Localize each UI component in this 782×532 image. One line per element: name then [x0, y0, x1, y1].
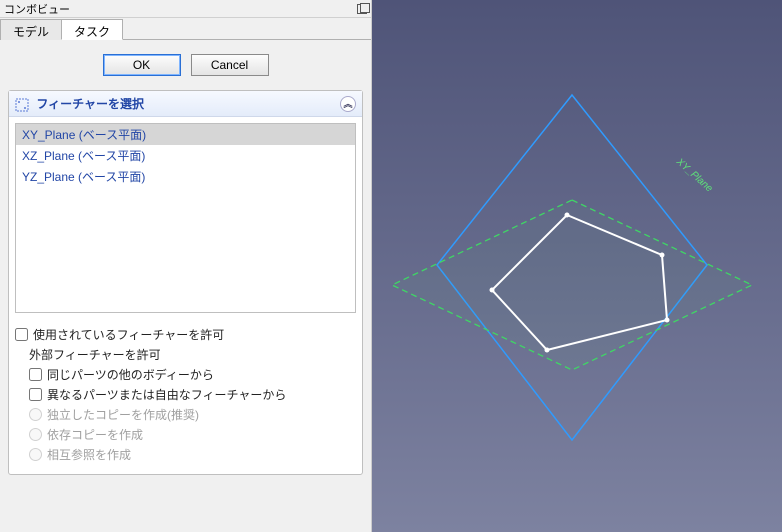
feature-item-1[interactable]: XZ_Plane (ベース平面)	[16, 145, 355, 166]
different-parts-checkbox[interactable]	[29, 388, 42, 401]
tab-model[interactable]: モデル	[0, 19, 62, 40]
panel-titlebar[interactable]: コンボビュー	[0, 0, 371, 18]
allow-used-checkbox[interactable]	[15, 328, 28, 341]
section-title: フィーチャーを選択	[36, 97, 144, 111]
options-group: 使用されているフィーチャーを許可 外部フィーチャーを許可 同じパーツの他のボディ…	[9, 319, 362, 474]
cancel-button[interactable]: Cancel	[191, 54, 269, 76]
cross-reference-label: 相互参照を作成	[47, 446, 131, 463]
scene-svg	[372, 0, 782, 532]
panel-title: コンボビュー	[4, 1, 70, 17]
different-parts-label: 異なるパーツまたは自由なフィーチャーから	[47, 386, 286, 403]
tab-bar: モデル タスク	[0, 18, 371, 40]
combo-view-panel: コンボビュー モデル タスク OK Cancel フィーチャーを選択 ︽ XY_…	[0, 0, 372, 532]
dialog-button-row: OK Cancel	[8, 54, 363, 76]
allow-used-label: 使用されているフィーチャーを許可	[33, 326, 224, 343]
3d-viewport[interactable]: XY_Plane	[372, 0, 782, 532]
select-feature-section: フィーチャーを選択 ︽ XY_Plane (ベース平面)XZ_Plane (ベー…	[8, 90, 363, 475]
feature-select-icon	[15, 98, 29, 112]
task-body: OK Cancel フィーチャーを選択 ︽ XY_Plane (ベース平面)XZ…	[0, 40, 371, 532]
cross-reference-radio	[29, 448, 42, 461]
collapse-icon[interactable]: ︽	[340, 96, 356, 112]
section-header[interactable]: フィーチャーを選択 ︽	[9, 91, 362, 117]
feature-item-0[interactable]: XY_Plane (ベース平面)	[16, 124, 355, 145]
copy-independent-radio	[29, 408, 42, 421]
feature-item-2[interactable]: YZ_Plane (ベース平面)	[16, 166, 355, 187]
ok-button[interactable]: OK	[103, 54, 181, 76]
detach-icon[interactable]	[357, 4, 367, 14]
other-bodies-checkbox[interactable]	[29, 368, 42, 381]
other-bodies-label: 同じパーツの他のボディーから	[47, 366, 214, 383]
copy-independent-label: 独立したコピーを作成(推奨)	[47, 406, 199, 423]
allow-external-header: 外部フィーチャーを許可	[29, 346, 161, 363]
copy-dependent-radio	[29, 428, 42, 441]
feature-listbox[interactable]: XY_Plane (ベース平面)XZ_Plane (ベース平面)YZ_Plane…	[15, 123, 356, 313]
copy-dependent-label: 依存コピーを作成	[47, 426, 143, 443]
tab-task[interactable]: タスク	[61, 19, 123, 40]
